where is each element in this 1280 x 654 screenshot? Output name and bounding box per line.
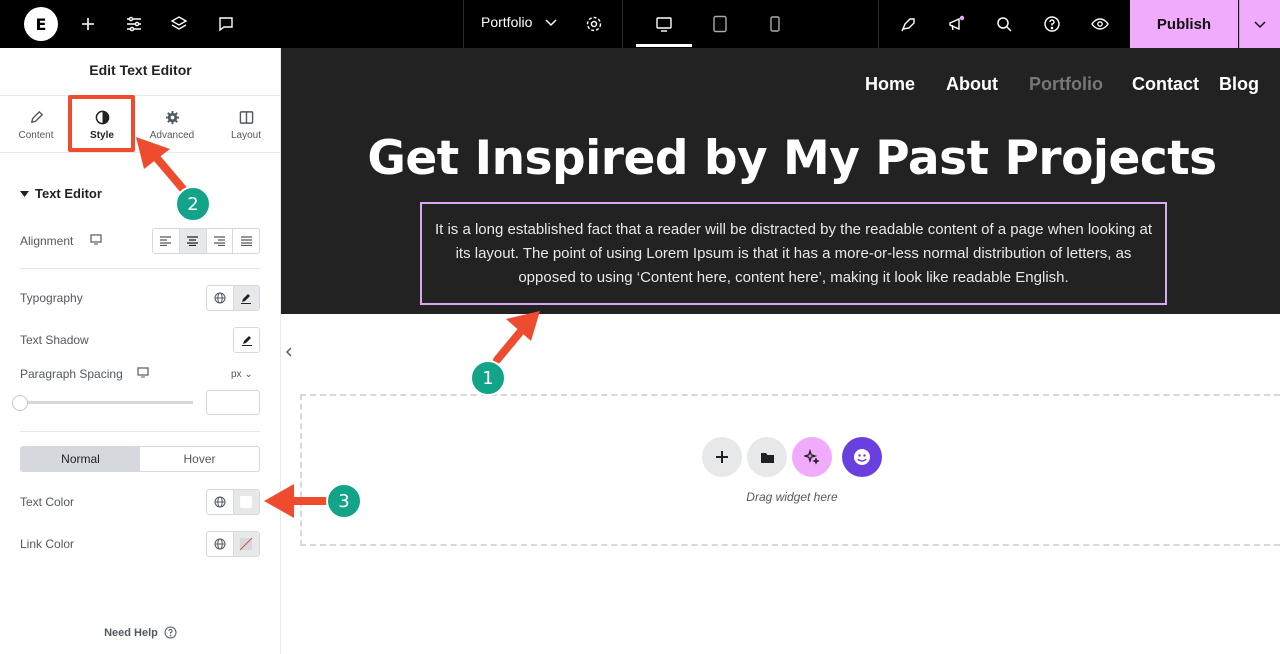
add-template-folder-icon[interactable] <box>747 437 787 477</box>
nav-link-about[interactable]: About <box>946 74 998 95</box>
annotation-badge-3: 3 <box>326 483 362 519</box>
text-color-control <box>206 489 260 515</box>
caret-down-icon <box>20 191 29 197</box>
nav-link-contact[interactable]: Contact <box>1132 74 1199 95</box>
divider <box>20 268 260 269</box>
collapse-panel-chevron-left-icon[interactable] <box>281 328 296 376</box>
alignment-control <box>152 228 260 254</box>
pencil-icon <box>30 110 43 123</box>
tab-layout[interactable]: Layout <box>216 96 276 154</box>
gear-icon <box>165 110 179 124</box>
annotation-badge-2: 2 <box>175 186 211 222</box>
elementor-logo[interactable]: E <box>24 7 58 41</box>
tablet-device-icon[interactable] <box>708 12 732 36</box>
hero-section[interactable]: Home About Portfolio Contact Blog Get In… <box>281 48 1280 314</box>
search-icon[interactable] <box>992 12 1016 36</box>
text-color-swatch[interactable] <box>232 490 259 514</box>
align-justify-icon[interactable] <box>233 229 259 253</box>
paragraph-spacing-label: Paragraph Spacing <box>20 367 123 381</box>
paragraph-spacing-input[interactable] <box>206 390 260 415</box>
selected-text-editor-widget[interactable]: It is a long established fact that a rea… <box>420 202 1167 305</box>
hero-heading[interactable]: Get Inspired by My Past Projects <box>281 131 1280 186</box>
nav-link-blog[interactable]: Blog <box>1219 74 1259 95</box>
ai-sparkles-icon[interactable] <box>792 437 832 477</box>
page-selector[interactable]: Portfolio <box>481 14 558 30</box>
columns-icon <box>239 110 253 124</box>
panel-title: Edit Text Editor <box>89 62 192 78</box>
edit-typography-pencil-icon[interactable] <box>232 286 259 310</box>
text-shadow-label: Text Shadow <box>20 333 89 347</box>
color-swatch-white <box>240 496 253 508</box>
text-color-label: Text Color <box>20 495 75 509</box>
responsive-desktop-icon[interactable] <box>90 234 102 245</box>
tab-normal[interactable]: Normal <box>21 447 140 471</box>
add-section-plus-icon[interactable] <box>702 437 742 477</box>
typography-label: Typography <box>20 291 83 305</box>
chevron-down-icon: ⌄ <box>244 369 253 380</box>
editor-topbar: E Portfolio Publish <box>0 0 1280 48</box>
active-device-indicator <box>636 44 692 47</box>
divider <box>20 431 260 432</box>
rocket-icon[interactable] <box>896 12 920 36</box>
page-settings-gear-icon[interactable] <box>582 12 606 36</box>
link-color-control <box>206 531 260 557</box>
smiley-face-icon[interactable] <box>842 437 882 477</box>
notifications-megaphone-icon[interactable] <box>944 12 968 36</box>
style-tab-highlight <box>68 95 135 152</box>
align-center-icon[interactable] <box>179 229 207 253</box>
paragraph-spacing-slider-handle[interactable] <box>12 395 28 411</box>
section-toggle-text-editor[interactable]: Text Editor <box>20 186 102 201</box>
desktop-device-icon[interactable] <box>652 12 676 36</box>
empty-section-dropzone[interactable] <box>300 394 1280 546</box>
need-help-link[interactable]: Need Help <box>0 626 281 639</box>
mobile-device-icon[interactable] <box>763 12 787 36</box>
comments-icon[interactable] <box>214 12 238 36</box>
annotation-badge-1: 1 <box>470 360 506 396</box>
align-right-icon[interactable] <box>207 229 234 253</box>
align-left-icon[interactable] <box>153 229 180 253</box>
layers-icon[interactable] <box>167 12 191 36</box>
typography-control <box>206 285 260 311</box>
nav-link-portfolio[interactable]: Portfolio <box>1029 74 1103 95</box>
help-icon[interactable] <box>1040 12 1064 36</box>
nav-link-home[interactable]: Home <box>865 74 915 95</box>
edit-text-shadow-pencil-icon[interactable] <box>233 327 260 353</box>
tab-hover[interactable]: Hover <box>140 447 259 471</box>
alignment-label: Alignment <box>20 234 74 248</box>
global-typography-globe-icon[interactable] <box>207 286 233 310</box>
global-color-globe-icon[interactable] <box>207 490 233 514</box>
unit-selector[interactable]: px ⌄ <box>231 369 253 380</box>
responsive-desktop-icon[interactable] <box>137 367 149 378</box>
global-color-globe-icon[interactable] <box>207 532 233 556</box>
chevron-down-icon <box>545 19 557 27</box>
link-color-label: Link Color <box>20 537 75 551</box>
preview-eye-icon[interactable] <box>1088 12 1112 36</box>
help-icon <box>164 626 177 639</box>
publish-options-chevron-icon[interactable] <box>1239 0 1280 48</box>
dropzone-hint: Drag widget here <box>746 490 838 504</box>
site-settings-icon[interactable] <box>122 12 146 36</box>
panel-tabs: Content Style Advanced Layout <box>0 95 281 153</box>
publish-button[interactable]: Publish <box>1130 0 1238 48</box>
state-toggle: Normal Hover <box>20 446 260 472</box>
tab-advanced[interactable]: Advanced <box>142 96 202 154</box>
tab-content[interactable]: Content <box>10 96 62 154</box>
paragraph-spacing-slider-track[interactable] <box>20 401 193 404</box>
link-color-swatch-empty[interactable] <box>232 532 259 556</box>
add-element-icon[interactable] <box>76 12 100 36</box>
widget-settings-panel: Edit Text Editor Content Style Advanced … <box>0 48 281 654</box>
